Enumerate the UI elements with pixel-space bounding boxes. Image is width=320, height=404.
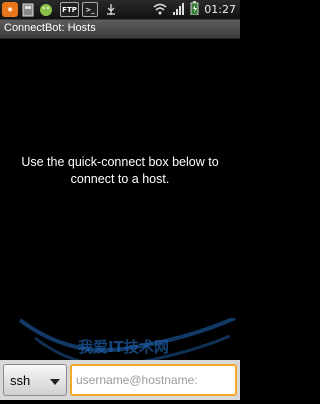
clock: 01:27 (204, 3, 236, 16)
chevron-down-icon (50, 379, 60, 385)
protocol-value: ssh (10, 373, 31, 388)
terminal-icon: >_ (82, 2, 98, 17)
signal-icon (172, 0, 185, 19)
storage-icon (21, 2, 34, 17)
battery-icon (190, 0, 199, 19)
app-notification-icon: ◉ (2, 2, 18, 17)
page-title: ConnectBot: Hosts (4, 22, 96, 34)
android-icon (38, 2, 54, 17)
protocol-select[interactable]: ssh (3, 364, 67, 396)
quick-connect-input[interactable] (70, 364, 237, 396)
quick-connect-bar: ssh (0, 360, 240, 400)
empty-hosts-message: Use the quick-connect box below to conne… (21, 155, 219, 186)
svg-text:我爱IT技术网: 我爱IT技术网 (78, 338, 169, 356)
status-bar: ◉ FTP >_ 01:27 (0, 0, 240, 20)
ftp-icon: FTP (60, 2, 79, 17)
usb-icon (103, 2, 119, 17)
title-bar: ConnectBot: Hosts (0, 20, 240, 39)
wifi-icon (153, 0, 167, 19)
